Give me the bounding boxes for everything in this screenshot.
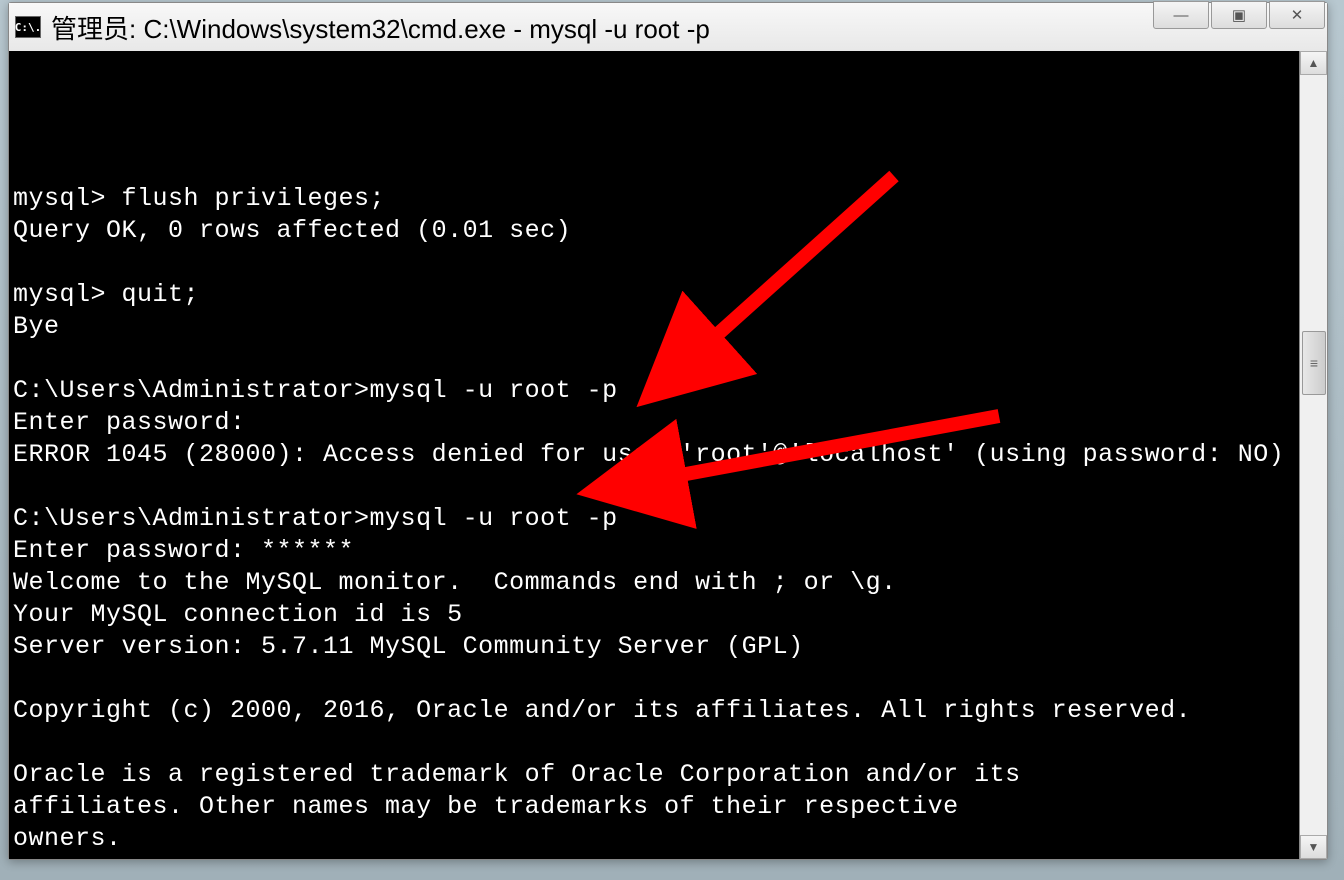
vertical-scrollbar[interactable]: ▲ ▼ (1299, 51, 1327, 859)
close-button[interactable]: ✕ (1269, 1, 1325, 29)
title-bar[interactable]: C:\. 管理员: C:\Windows\system32\cmd.exe - … (9, 3, 1327, 51)
terminal-line: Your MySQL connection id is 5 (13, 599, 1295, 631)
scroll-thumb[interactable] (1302, 331, 1326, 395)
minimize-button[interactable]: — (1153, 1, 1209, 29)
terminal-line: C:\Users\Administrator>mysql -u root -p (13, 375, 1295, 407)
terminal-line: owners. (13, 823, 1295, 855)
window-title: 管理员: C:\Windows\system32\cmd.exe - mysql… (51, 9, 710, 46)
terminal-line (13, 151, 1295, 183)
terminal-line (13, 247, 1295, 279)
terminal-line: Enter password: ****** (13, 535, 1295, 567)
terminal-line (13, 471, 1295, 503)
terminal-area: mysql> flush privileges;Query OK, 0 rows… (9, 51, 1327, 859)
terminal-line (13, 855, 1295, 859)
window-controls: — ▣ ✕ (1153, 1, 1325, 29)
terminal-line: Oracle is a registered trademark of Orac… (13, 759, 1295, 791)
terminal-line: mysql> quit; (13, 279, 1295, 311)
terminal-line: C:\Users\Administrator>mysql -u root -p (13, 503, 1295, 535)
terminal-line: affiliates. Other names may be trademark… (13, 791, 1295, 823)
app-icon: C:\. (15, 16, 41, 38)
terminal-line: Copyright (c) 2000, 2016, Oracle and/or … (13, 695, 1295, 727)
terminal-line: ERROR 1045 (28000): Access denied for us… (13, 439, 1295, 471)
scroll-down-button[interactable]: ▼ (1300, 835, 1327, 859)
terminal-line: Welcome to the MySQL monitor. Commands e… (13, 567, 1295, 599)
terminal-line: Enter password: (13, 407, 1295, 439)
cmd-window: C:\. 管理员: C:\Windows\system32\cmd.exe - … (8, 2, 1328, 860)
scroll-up-button[interactable]: ▲ (1300, 51, 1327, 75)
maximize-button[interactable]: ▣ (1211, 1, 1267, 29)
terminal-output[interactable]: mysql> flush privileges;Query OK, 0 rows… (9, 51, 1299, 859)
terminal-line (13, 663, 1295, 695)
terminal-line (13, 727, 1295, 759)
terminal-line: Server version: 5.7.11 MySQL Community S… (13, 631, 1295, 663)
terminal-line (13, 343, 1295, 375)
terminal-line: Bye (13, 311, 1295, 343)
terminal-line: Query OK, 0 rows affected (0.01 sec) (13, 215, 1295, 247)
terminal-line: mysql> flush privileges; (13, 183, 1295, 215)
